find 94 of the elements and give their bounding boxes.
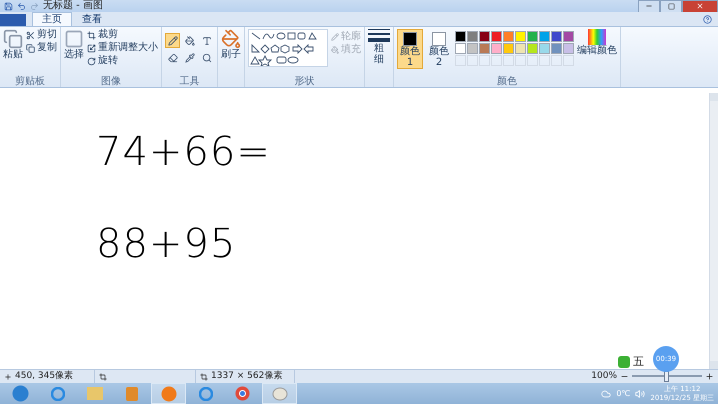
zoom-slider-thumb[interactable]: [664, 371, 669, 382]
magnifier-icon: [202, 52, 212, 62]
vertical-scrollbar[interactable]: [709, 93, 718, 369]
fill-icon: [184, 36, 194, 46]
empty-swatch[interactable]: [491, 55, 502, 66]
group-label: 形状: [294, 76, 316, 87]
group-label: 工具: [178, 76, 200, 87]
palette-swatch[interactable]: [551, 43, 562, 54]
color-spectrum-icon: [588, 29, 606, 45]
text-icon: [202, 36, 212, 46]
palette-swatch[interactable]: [503, 43, 514, 54]
select-button[interactable]: 选择: [64, 29, 84, 60]
palette-swatch[interactable]: [455, 43, 466, 54]
maximize-button[interactable]: [660, 0, 682, 12]
palette-swatch[interactable]: [563, 31, 574, 42]
color-slot-button[interactable]: 颜色 1: [397, 29, 423, 69]
group-label: 图像: [100, 76, 122, 87]
palette-swatch[interactable]: [503, 31, 514, 42]
zoom-level: 100%: [591, 370, 617, 383]
picker-icon: [184, 52, 194, 62]
empty-swatch[interactable]: [563, 55, 574, 66]
group-label: 颜色: [496, 76, 518, 87]
pencil-icon: [168, 36, 178, 46]
paint-taskbar-icon[interactable]: [262, 383, 297, 404]
close-icon: [696, 2, 704, 10]
save-icon[interactable]: [4, 2, 13, 10]
palette-swatch[interactable]: [551, 31, 562, 42]
ime-logo-icon[interactable]: [618, 356, 630, 368]
undo-icon[interactable]: [17, 2, 26, 10]
palette-swatch[interactable]: [479, 31, 490, 42]
palette-swatch[interactable]: [515, 43, 526, 54]
volume-icon[interactable]: [635, 388, 646, 398]
window-title: 无标题 - 画图: [43, 0, 103, 12]
redo-icon[interactable]: [30, 2, 39, 10]
handwritten-text: 74+66=: [96, 129, 271, 175]
pencil-tool[interactable]: [165, 33, 180, 48]
palette-swatch[interactable]: [515, 31, 526, 42]
palette-swatch[interactable]: [491, 43, 502, 54]
rotate-button[interactable]: 旋转: [87, 55, 158, 67]
palette-swatch[interactable]: [539, 43, 550, 54]
temperature: 0℃: [616, 389, 630, 398]
shapes-gallery-drawing[interactable]: [248, 29, 328, 67]
crop-button[interactable]: 裁剪: [87, 29, 158, 41]
close-button[interactable]: [682, 0, 718, 12]
pencil-icon: [331, 33, 339, 41]
rotate-icon: [87, 56, 96, 66]
weather-icon[interactable]: [601, 388, 612, 398]
ribbon-tab[interactable]: 主页: [32, 12, 72, 26]
paste-button[interactable]: 粘贴: [3, 29, 23, 60]
resize-icon: [87, 44, 96, 52]
empty-swatch[interactable]: [467, 55, 478, 66]
empty-swatch[interactable]: [455, 55, 466, 66]
image-size: 1337 × 562像素: [211, 370, 282, 383]
empty-swatch[interactable]: [551, 55, 562, 66]
copy-icon: [26, 44, 35, 52]
palette-swatch[interactable]: [527, 43, 538, 54]
maximize-icon: [668, 2, 674, 10]
cursor-position: 450, 345像素: [15, 370, 74, 383]
color-slot-button[interactable]: 颜色 2: [426, 29, 452, 69]
brushes-button[interactable]: 刷子: [221, 29, 241, 60]
paint-bucket-icon: [331, 46, 339, 54]
cursor-position-icon: [4, 372, 12, 380]
palette-swatch[interactable]: [479, 43, 490, 54]
zoom-in-icon[interactable]: [705, 372, 714, 381]
resize-button[interactable]: 重新调整大小: [87, 42, 158, 54]
empty-swatch[interactable]: [539, 55, 550, 66]
crop-icon: [87, 30, 96, 40]
palette-swatch[interactable]: [491, 31, 502, 42]
eraser-icon: [168, 52, 178, 62]
empty-swatch[interactable]: [527, 55, 538, 66]
palette-swatch[interactable]: [455, 31, 466, 42]
image-size-icon: [200, 372, 208, 380]
cut-button[interactable]: 剪切: [26, 29, 57, 41]
line-weights-icon: [368, 29, 390, 43]
empty-swatch[interactable]: [503, 55, 514, 66]
empty-swatch[interactable]: [515, 55, 526, 66]
selection-size-icon: [99, 372, 107, 380]
palette-swatch[interactable]: [539, 31, 550, 42]
edit-colors-button[interactable]: 编辑颜色: [577, 29, 617, 56]
empty-swatch[interactable]: [479, 55, 490, 66]
app-taskbar-icon[interactable]: [151, 383, 186, 404]
start-orb-icon: [12, 385, 29, 402]
size-button[interactable]: 粗细: [368, 29, 390, 65]
palette-swatch[interactable]: [467, 43, 478, 54]
copy-button[interactable]: 复制: [26, 42, 57, 54]
scissors-icon: [26, 30, 35, 40]
group-label: 剪贴板: [14, 76, 46, 87]
palette-swatch[interactable]: [563, 43, 574, 54]
selection-icon: [64, 29, 84, 49]
handwritten-text: 88+95: [96, 221, 236, 267]
help-icon[interactable]: [703, 15, 712, 24]
palette-swatch[interactable]: [467, 31, 478, 42]
ribbon-tab[interactable]: 查看: [72, 12, 112, 26]
palette-swatch[interactable]: [527, 31, 538, 42]
